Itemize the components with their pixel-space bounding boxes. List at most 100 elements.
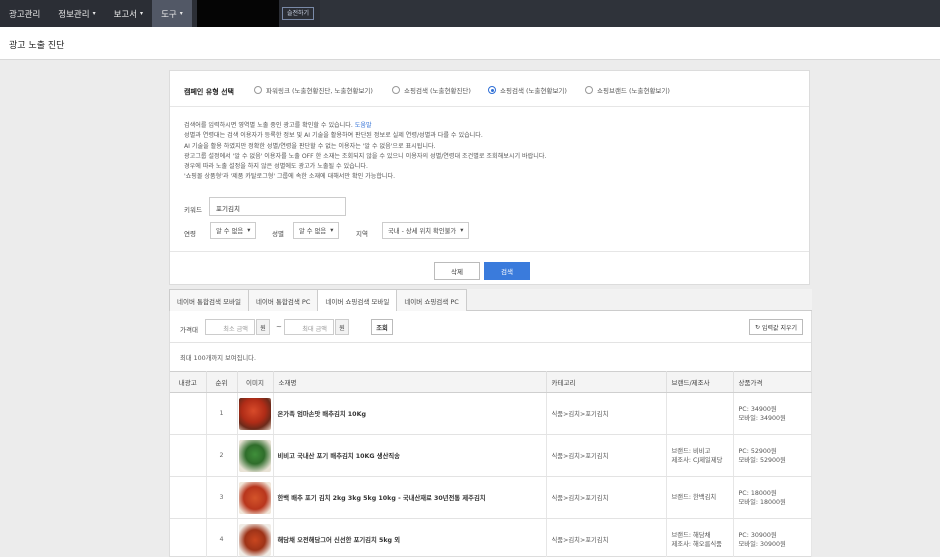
mobile-price: 모바일: 30900원 [738, 540, 786, 548]
my-ad-cell [170, 392, 207, 435]
my-ad-cell [170, 518, 207, 557]
radio-shopping-diagnosis[interactable]: 쇼핑검색 (노출현황진단) [392, 85, 471, 95]
region-value: 국내 - 상세 위치 확인불가 [388, 228, 457, 235]
radio-label: 파워링크 (노출현황진단, 노출현황보기) [266, 87, 373, 95]
keyword-input[interactable]: 포기김치 [209, 197, 346, 216]
pc-price: PC: 52900원 [738, 447, 777, 455]
description-line: 성별과 연령대는 검색 이용자가 등록한 정보 및 AI 기술을 활용하여 판단… [184, 132, 483, 140]
clear-input-button[interactable]: ↻ 입력값 지우기 [749, 319, 803, 335]
pc-price: PC: 34900원 [738, 405, 777, 413]
chevron-down-icon: ▾ [179, 10, 183, 17]
nav-label: 정보관리 [58, 9, 90, 20]
age-label: 연령 [184, 230, 196, 238]
rank-cell: 2 [206, 434, 238, 477]
tab-shopping-mobile[interactable]: 네이버 쇼핑검색 모바일 [317, 289, 398, 312]
table-header-row: 내광고 순위 이미지 소재명 카테고리 브랜드/제조사 상품가격 [170, 371, 812, 393]
min-price-input[interactable]: 최소 금액 [205, 319, 255, 335]
col-header-name[interactable]: 소재명 [273, 371, 547, 393]
region-select[interactable]: 국내 - 상세 위치 확인불가 ▾ [382, 222, 470, 239]
redacted-area [197, 0, 279, 27]
nav-item-tools[interactable]: 도구 ▾ [152, 0, 192, 27]
product-name[interactable]: 해담채 오전해담그어 신선한 포기김치 5kg 외 [273, 518, 547, 557]
description-line: 검색어를 입력하시면 영역별 노출 중인 광고를 확인할 수 있습니다. [184, 122, 353, 129]
price-unit: 원 [256, 319, 270, 335]
col-header-image[interactable]: 이미지 [237, 371, 274, 393]
mobile-price: 모바일: 18000원 [738, 498, 786, 506]
age-select[interactable]: 알 수 없음 ▾ [210, 222, 257, 239]
rank-cell: 4 [206, 518, 238, 557]
radio-shopping-view[interactable]: 쇼핑검색 (노출현황보기) [488, 85, 567, 95]
description-line: '쇼핑몰 상품형'과 '제품 카탈로그형' 그룹에 속한 소재에 대해서만 확인… [184, 173, 396, 181]
product-name[interactable]: 온가족 엄마손맛 배추김치 10Kg [273, 392, 547, 435]
col-header-price[interactable]: 상품가격 [733, 371, 812, 393]
col-header-category[interactable]: 카테고리 [546, 371, 667, 393]
product-image[interactable] [239, 481, 271, 514]
radio-label: 쇼핑검색 (노출현황진단) [404, 87, 471, 95]
description-line: 경우에 따라 노출 설정을 하지 않은 성별에도 광고가 노출될 수 있습니다. [184, 163, 368, 171]
brand-cell: 브랜드: 한백김치 [666, 476, 734, 519]
mobile-price: 모바일: 52900원 [738, 456, 786, 464]
nav-item-reports[interactable]: 보고서 ▾ [105, 0, 152, 27]
image-cell [237, 518, 274, 557]
radio-icon [254, 86, 262, 94]
tab-shopping-pc[interactable]: 네이버 쇼핑검색 PC [396, 289, 467, 311]
max-count-note: 최대 100개까지 보여집니다. [180, 355, 256, 362]
description: 검색어를 입력하시면 영역별 노출 중인 광고를 확인할 수 있습니다. 도움말… [184, 121, 546, 183]
chevron-down-icon: ▾ [460, 227, 464, 234]
price-unit: 원 [335, 319, 349, 335]
rank-cell: 1 [206, 392, 238, 435]
my-ad-cell [170, 476, 207, 519]
price-cell: PC: 30900원 모바일: 30900원 [733, 518, 812, 557]
keyword-label: 키워드 [184, 206, 202, 214]
pc-price: PC: 18000원 [738, 489, 777, 497]
chevron-down-icon: ▾ [247, 227, 251, 234]
search-button[interactable]: 검색 [484, 262, 530, 280]
radio-powerlink[interactable]: 파워링크 (노출현황진단, 노출현황보기) [254, 85, 373, 95]
brand-cell: 브랜드: 해담채 제조사: 해오름식품 [666, 518, 734, 557]
nav-empty-area [320, 0, 940, 27]
brand-line: 브랜드: 비비고 [671, 447, 711, 455]
col-header-rank[interactable]: 순위 [206, 371, 238, 393]
reset-button[interactable]: 삭제 [434, 262, 480, 280]
brand-cell [666, 392, 734, 435]
image-cell [237, 476, 274, 519]
category-cell: 식품>김치>포기김치 [546, 392, 667, 435]
query-button[interactable]: 조회 [371, 319, 393, 335]
col-header-brand[interactable]: 브랜드/제조사 [666, 371, 734, 393]
nav-item-ad-management[interactable]: 광고관리 [0, 0, 49, 27]
table-row: 1 온가족 엄마손맛 배추김치 10Kg 식품>김치>포기김치 PC: 3490… [170, 392, 812, 435]
max-price-input[interactable]: 최대 금액 [284, 319, 334, 335]
radio-icon [392, 86, 400, 94]
switch-button[interactable]: 슬전하기 [282, 7, 315, 20]
help-link[interactable]: 도움말 [355, 122, 372, 129]
product-image[interactable] [239, 397, 271, 430]
my-ad-cell [170, 434, 207, 477]
product-image[interactable] [239, 523, 271, 556]
top-nav: 광고관리 정보관리 ▾ 보고서 ▾ 도구 ▾ 슬전하기 [0, 0, 940, 27]
chevron-down-icon: ▾ [140, 10, 144, 17]
category-cell: 식품>김치>포기김치 [546, 518, 667, 557]
price-cell: PC: 18000원 모바일: 18000원 [733, 476, 812, 519]
brand-line: 브랜드: 해담채 [671, 531, 711, 539]
price-cell: PC: 52900원 모바일: 52900원 [733, 434, 812, 477]
radio-shopping-brand[interactable]: 쇼핑브랜드 (노출현황보기) [585, 85, 670, 95]
rank-cell: 3 [206, 476, 238, 519]
product-image[interactable] [239, 439, 271, 472]
col-header-my-ad[interactable]: 내광고 [170, 371, 207, 393]
nav-label: 도구 [161, 9, 177, 20]
gender-select[interactable]: 알 수 없음 ▾ [293, 222, 340, 239]
maker-line: 제조사: CJ제일제당 [671, 456, 723, 464]
product-name[interactable]: 한백 배추 포기 김치 2kg 3kg 5kg 10kg - 국내산재료 30년… [273, 476, 547, 519]
nav-item-info-management[interactable]: 정보관리 ▾ [49, 0, 104, 27]
clear-label: 입력값 지우기 [762, 324, 798, 332]
tab-integrated-mobile[interactable]: 네이버 통합검색 모바일 [169, 289, 249, 311]
price-range-label: 가격대 [180, 326, 198, 334]
campaign-type-label: 캠페인 유형 선택 [184, 88, 234, 96]
product-name[interactable]: 비비고 국내산 포기 배추김치 10KG 생산직송 [273, 434, 547, 477]
description-line: 광고그룹 설정에서 '알 수 없음' 이용자를 노출 OFF 한 소재는 조회되… [184, 152, 547, 160]
maker-line: 제조사: 해오름식품 [671, 540, 722, 548]
tab-integrated-pc[interactable]: 네이버 통합검색 PC [247, 289, 319, 311]
chevron-down-icon: ▾ [92, 10, 96, 17]
category-cell: 식품>김치>포기김치 [546, 434, 667, 477]
result-list: 가격대 최소 금액 원 ~ 최대 금액 원 조회 ↻ 입력값 지우기 최대 100… [169, 311, 812, 557]
